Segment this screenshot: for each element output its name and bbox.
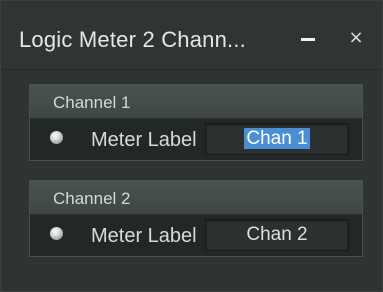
channel-2-header: Channel 2 bbox=[30, 181, 362, 215]
channel-1-group: Channel 1 Meter Label Chan 1 bbox=[29, 84, 363, 161]
channel-1-title: Channel 1 bbox=[53, 93, 131, 112]
channel-1-row: Meter Label Chan 1 bbox=[30, 119, 362, 160]
title-bar[interactable]: Logic Meter 2 Chann... × bbox=[1, 1, 382, 70]
meter-label-value-channel-2: Chan 2 bbox=[246, 224, 308, 245]
meter-label-value-channel-1: Chan 1 bbox=[244, 128, 310, 149]
meter-label-caption: Meter Label bbox=[91, 225, 197, 247]
status-led-icon bbox=[50, 227, 63, 240]
channel-2-group: Channel 2 Meter Label Chan 2 bbox=[29, 180, 363, 257]
meter-label-caption: Meter Label bbox=[91, 129, 197, 151]
channel-1-header: Channel 1 bbox=[30, 85, 362, 119]
channel-2-title: Channel 2 bbox=[53, 189, 131, 208]
close-button[interactable]: × bbox=[345, 27, 367, 49]
logic-meter-window: Logic Meter 2 Chann... × Channel 1 Meter… bbox=[0, 0, 383, 292]
meter-label-input-channel-1[interactable]: Chan 1 bbox=[205, 123, 349, 155]
minimize-button[interactable] bbox=[298, 29, 318, 51]
minimize-icon bbox=[301, 38, 315, 41]
status-led-icon bbox=[50, 131, 63, 144]
close-icon: × bbox=[348, 27, 364, 48]
window-title: Logic Meter 2 Chann... bbox=[19, 27, 246, 52]
channel-2-row: Meter Label Chan 2 bbox=[30, 215, 362, 256]
meter-label-input-channel-2[interactable]: Chan 2 bbox=[205, 219, 349, 251]
